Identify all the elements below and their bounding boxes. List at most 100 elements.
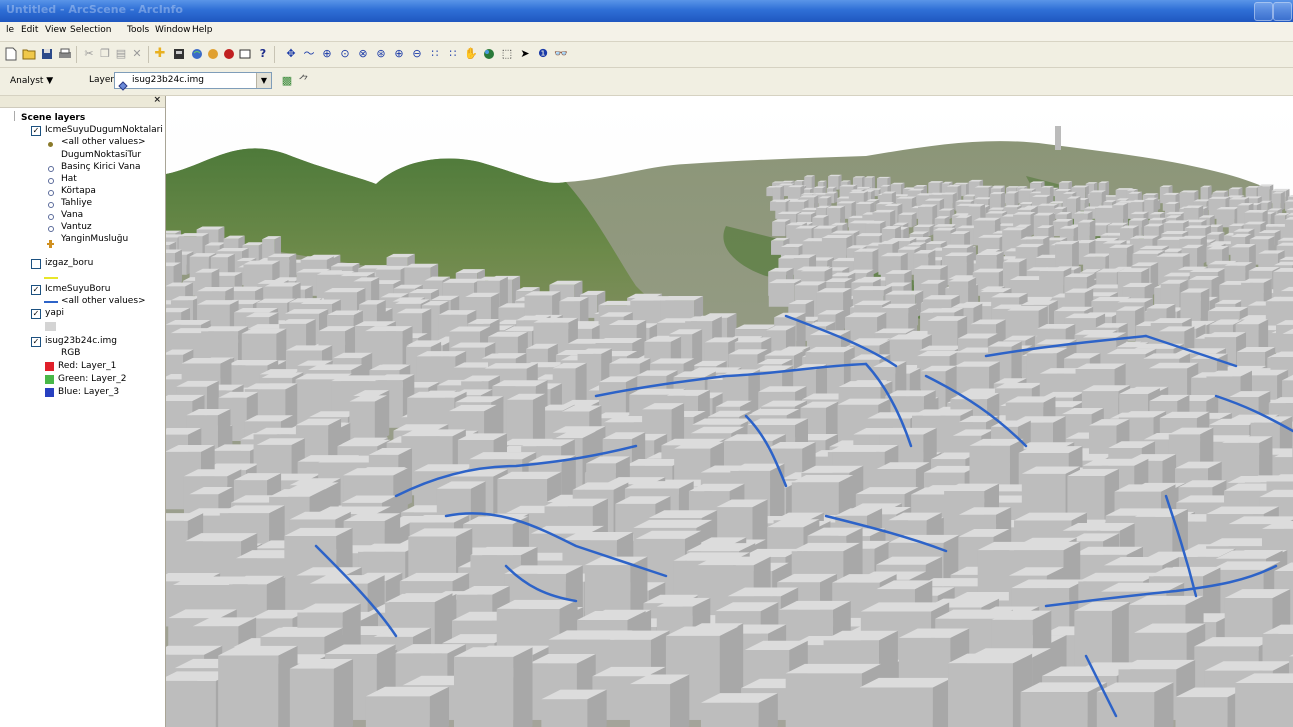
building-facade <box>629 684 671 727</box>
delete-icon[interactable]: ✕ <box>130 47 144 61</box>
layer-select[interactable]: isug23b24c.img ▼ <box>114 72 272 91</box>
layer-visibility-checkbox[interactable]: ✓ <box>31 285 41 295</box>
navigate-icon[interactable]: ✥ <box>284 47 298 61</box>
scene-layers-root[interactable]: Scene layers <box>21 113 85 124</box>
layer-name[interactable]: yapi <box>45 308 64 319</box>
cut-icon[interactable]: ✂ <box>82 47 96 61</box>
layer-name[interactable]: izgaz_boru <box>45 258 93 269</box>
menu-file[interactable]: le <box>6 25 14 35</box>
building-fill-swatch <box>45 322 56 331</box>
contour-icon[interactable]: ▩ <box>280 74 294 88</box>
building-facade <box>1020 692 1088 727</box>
close-button[interactable] <box>1273 2 1292 21</box>
open-folder-icon[interactable] <box>22 47 36 61</box>
layer-visibility-checkbox[interactable]: ✓ <box>31 309 41 319</box>
building-facade <box>948 663 1013 727</box>
menu-window[interactable]: Window <box>155 25 191 35</box>
layer-name[interactable]: IcmeSuyuBoru <box>45 284 110 295</box>
blue-band-swatch <box>45 388 54 397</box>
full-globe-icon[interactable] <box>482 47 496 61</box>
node-marker-icon <box>48 166 54 172</box>
globe-icon[interactable] <box>190 47 204 61</box>
animation-record-icon[interactable] <box>222 47 236 61</box>
menu-view[interactable]: View <box>45 25 66 35</box>
select-elements-icon[interactable]: ➤ <box>518 47 532 61</box>
menu-selection[interactable]: Selection <box>70 25 111 35</box>
legend-label: RGB <box>61 348 81 358</box>
zoom-in-out-icon[interactable]: ⊕ <box>320 47 334 61</box>
set-observer-icon[interactable]: ⊛ <box>374 47 388 61</box>
fly-icon[interactable]: 〜 <box>302 47 316 61</box>
menu-edit[interactable]: Edit <box>21 25 38 35</box>
building-facade <box>918 206 933 228</box>
legend-label: Körtapa <box>61 186 96 196</box>
chevron-down-icon[interactable]: ▼ <box>256 73 271 88</box>
steepest-path-icon[interactable]: ⺈ <box>297 74 311 88</box>
zoom-to-target-icon[interactable]: ⊗ <box>356 47 370 61</box>
legend-label: Red: Layer_1 <box>58 361 117 371</box>
toolbar-separator <box>76 46 77 63</box>
paste-icon[interactable]: ▤ <box>114 47 128 61</box>
zoom-out-icon[interactable]: ⊖ <box>410 47 424 61</box>
pan-icon[interactable]: ✋ <box>464 47 478 61</box>
layer-visibility-checkbox[interactable]: ✓ <box>31 126 41 136</box>
toolbar-separator <box>274 46 275 63</box>
analyst-toolbar: Analyst ▼ Layer: isug23b24c.img ▼ ▩ ⺈ <box>0 68 1293 96</box>
building-side <box>513 647 533 727</box>
target-center-icon[interactable]: ⊙ <box>338 47 352 61</box>
select-graphics-icon[interactable]: ⬚ <box>500 47 514 61</box>
scene-properties-icon[interactable] <box>172 47 186 61</box>
toolbar-separator <box>148 46 149 63</box>
menu-tools[interactable]: Tools <box>127 25 149 35</box>
raster-layer-icon <box>118 76 128 91</box>
building-facade <box>289 668 334 727</box>
building-facade <box>218 655 279 727</box>
legend-label: Green: Layer_2 <box>58 374 127 384</box>
find-binoculars-icon[interactable]: 👓 <box>554 47 568 61</box>
red-band-swatch <box>45 362 54 371</box>
analyst-dropdown[interactable]: Analyst ▼ <box>10 76 53 86</box>
layer-visibility-checkbox[interactable]: ✓ <box>31 337 41 347</box>
animation-icon[interactable] <box>206 47 220 61</box>
minimize-button[interactable] <box>1254 2 1273 21</box>
window-icon[interactable] <box>238 47 252 61</box>
hydrant-icon <box>47 234 54 248</box>
legend-label: Vana <box>61 210 84 220</box>
legend-label: <all other values> <box>61 137 146 147</box>
toc-header: × <box>0 95 165 108</box>
save-icon[interactable] <box>40 47 54 61</box>
scene-view[interactable] <box>166 96 1293 727</box>
building-side <box>1280 191 1285 211</box>
full-extent-icon[interactable]: ∷ <box>428 47 442 61</box>
layer-select-value: isug23b24c.img <box>132 75 205 85</box>
scene-3d-render <box>166 96 1293 727</box>
print-icon[interactable] <box>58 47 72 61</box>
gas-line-symbol <box>44 277 58 279</box>
legend-label: <all other values> <box>61 296 146 306</box>
layer-name[interactable]: isug23b24c.img <box>45 336 117 347</box>
whats-this-icon[interactable]: ? <box>256 47 270 61</box>
building-facade <box>1235 682 1293 727</box>
copy-icon[interactable]: ❐ <box>98 47 112 61</box>
fixed-zoom-icon[interactable]: ∷ <box>446 47 460 61</box>
legend-label: Blue: Layer_3 <box>58 387 120 397</box>
table-of-contents: × Scene layers ✓ IcmeSuyuDugumNoktalari … <box>0 95 166 727</box>
building-facade <box>1175 697 1228 727</box>
identify-icon[interactable]: ❶ <box>536 47 550 61</box>
node-marker-icon <box>48 214 54 220</box>
node-marker-icon <box>48 202 54 208</box>
building-facade <box>700 702 759 727</box>
building-facade <box>785 673 862 727</box>
new-document-icon[interactable] <box>4 47 18 61</box>
window-title: Untitled - ArcScene - ArcInfo <box>6 3 183 16</box>
building-side <box>911 212 917 228</box>
layer-visibility-checkbox[interactable] <box>31 259 41 269</box>
building-facade <box>1272 193 1281 211</box>
building-facade <box>541 699 588 727</box>
building-facade <box>766 187 774 197</box>
layer-name[interactable]: IcmeSuyuDugumNoktalari <box>45 125 163 136</box>
zoom-in-icon[interactable]: ⊕ <box>392 47 406 61</box>
add-data-icon[interactable]: ✚ <box>153 47 167 61</box>
close-icon[interactable]: × <box>153 95 161 105</box>
menu-help[interactable]: Help <box>192 25 213 35</box>
